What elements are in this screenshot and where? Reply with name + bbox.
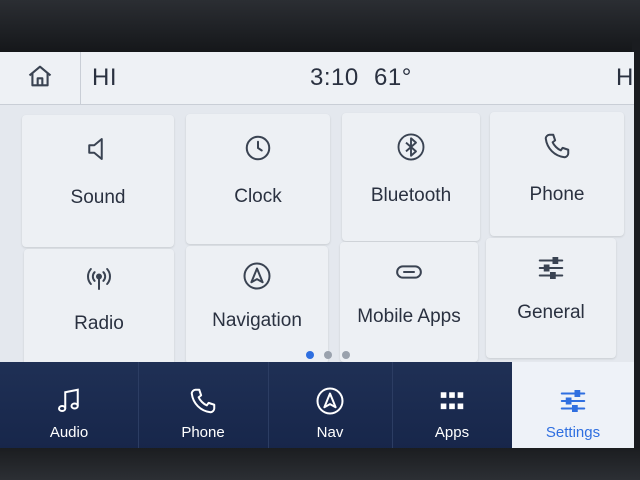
grid-icon [435, 384, 469, 418]
tile-bluetooth[interactable]: Bluetooth [342, 113, 480, 241]
music-note-icon [52, 384, 86, 418]
navigation-arrow-icon [313, 384, 347, 418]
outside-temperature: 61° [374, 64, 412, 91]
greeting-right: HI [616, 64, 634, 91]
nav-navigation-label: Nav [316, 424, 344, 441]
bluetooth-icon [395, 131, 427, 163]
tile-clock-label: Clock [234, 186, 282, 207]
page-dot-3[interactable] [342, 351, 350, 359]
nav-navigation-button[interactable]: Nav [268, 362, 393, 450]
nav-apps-label: Apps [434, 424, 470, 441]
nav-audio-label: Audio [49, 424, 89, 441]
tile-clock[interactable]: Clock [186, 114, 330, 244]
clock-time: 3:10 [310, 64, 359, 91]
tile-general[interactable]: General [486, 238, 616, 358]
tile-mobile-apps[interactable]: Mobile Apps [340, 242, 478, 362]
link-icon [393, 256, 425, 288]
page-indicator [306, 351, 350, 359]
nav-apps-button[interactable]: Apps [392, 362, 513, 450]
tile-general-label: General [517, 302, 585, 323]
tile-radio-label: Radio [74, 313, 124, 334]
page-dot-1[interactable] [306, 351, 314, 359]
home-button[interactable] [0, 52, 81, 104]
nav-audio-button[interactable]: Audio [0, 362, 139, 450]
navigation-arrow-icon [241, 260, 273, 292]
status-bar: HI 3:10 61° HI [0, 52, 634, 105]
display-bezel-top [0, 0, 640, 52]
tile-navigation-label: Navigation [212, 310, 302, 331]
nav-phone-button[interactable]: Phone [138, 362, 269, 450]
page-dot-2[interactable] [324, 351, 332, 359]
tile-bluetooth-label: Bluetooth [370, 185, 452, 206]
nav-settings-button[interactable]: Settings [512, 362, 634, 450]
phone-icon [186, 384, 220, 418]
home-icon [26, 62, 54, 95]
tile-phone-label: Phone [529, 184, 585, 205]
antenna-icon [83, 263, 115, 295]
display-bezel-bottom [0, 448, 640, 480]
phone-icon [541, 130, 573, 162]
tile-navigation[interactable]: Navigation [186, 246, 328, 364]
tile-phone[interactable]: Phone [490, 112, 624, 236]
sliders-icon [535, 252, 567, 284]
sliders-icon [556, 384, 590, 418]
nav-phone-label: Phone [181, 424, 225, 441]
nav-settings-label: Settings [545, 424, 601, 441]
tile-radio[interactable]: Radio [24, 249, 174, 371]
infotainment-screen: HI 3:10 61° HI Sound Clock Bluetoot [0, 52, 634, 450]
bottom-nav-bar: Audio Phone Nav Apps Settings [0, 362, 634, 450]
speaker-icon [82, 133, 114, 165]
tile-sound-label: Sound [70, 187, 126, 208]
clock-icon [242, 132, 274, 164]
tile-sound[interactable]: Sound [22, 115, 174, 247]
tile-mobile-apps-label: Mobile Apps [357, 306, 461, 327]
greeting-left: HI [92, 64, 117, 91]
